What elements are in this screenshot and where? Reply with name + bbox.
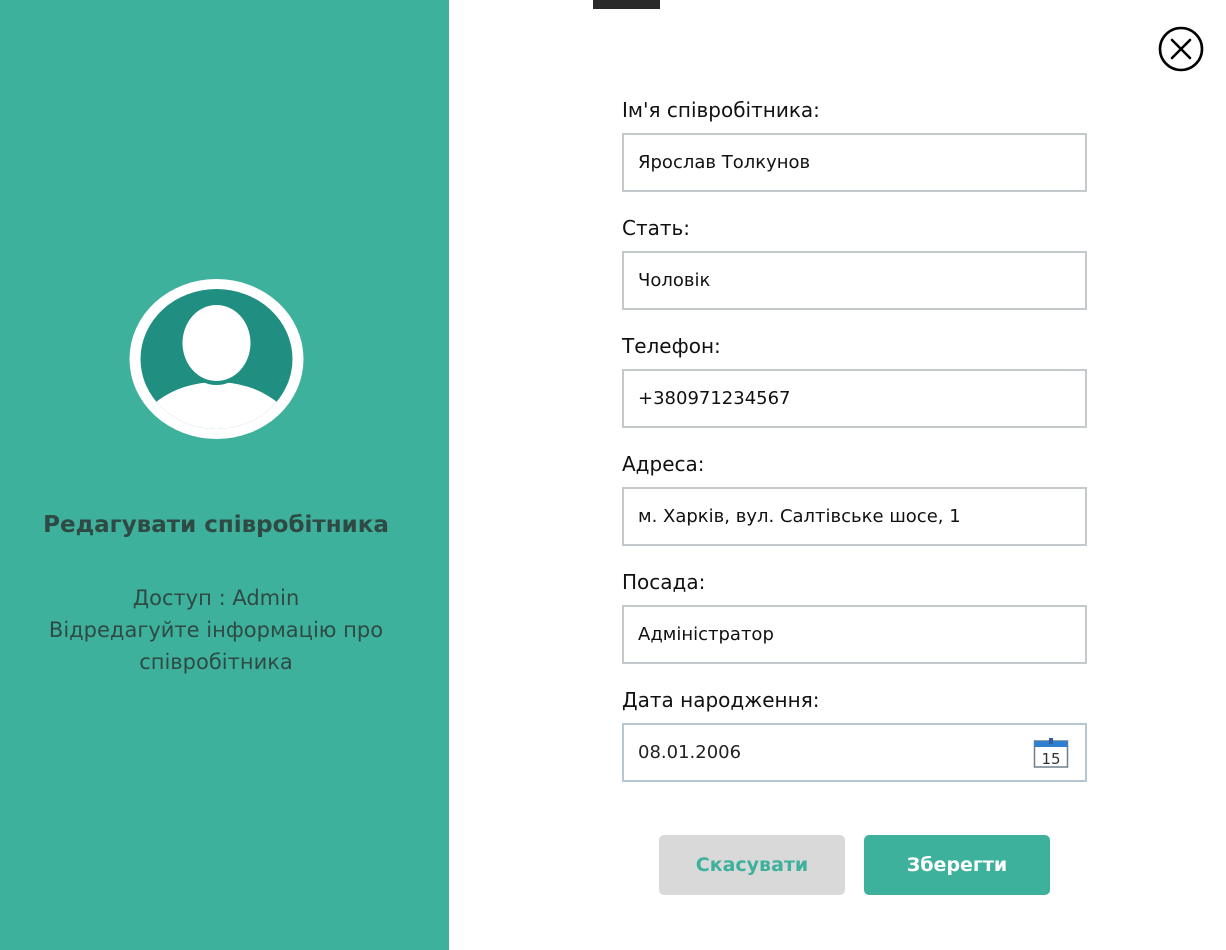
address-label: Адреса: (622, 452, 705, 476)
description-line-2: співробітника (139, 650, 293, 674)
cancel-button[interactable]: Скасувати (659, 835, 845, 895)
phone-field[interactable]: +380971234567 (622, 369, 1087, 428)
name-field[interactable]: Ярослав Толкунов (622, 133, 1087, 192)
panel-title: Редагувати співробітника (43, 512, 389, 538)
position-value: Адміністратор (638, 624, 774, 645)
top-edge-block (593, 0, 660, 9)
position-label: Посада: (622, 570, 706, 594)
gender-label: Стать: (622, 216, 691, 240)
address-field[interactable]: м. Харків, вул. Салтівське шосе, 1 (622, 487, 1087, 546)
birthdate-label: Дата народження: (622, 688, 820, 712)
user-avatar-icon (129, 279, 304, 439)
phone-label: Телефон: (622, 334, 721, 358)
gender-field[interactable]: Чоловік (622, 251, 1087, 310)
save-button[interactable]: Зберегти (864, 835, 1050, 895)
position-field[interactable]: Адміністратор (622, 605, 1087, 664)
phone-value: +380971234567 (638, 388, 791, 409)
description-line-1: Відредагуйте інформацію про (48, 618, 384, 642)
access-text: Доступ : Admin (132, 586, 300, 610)
address-value: м. Харків, вул. Салтівське шосе, 1 (638, 506, 961, 527)
birthdate-picker[interactable]: 08.01.2006 15 (622, 723, 1087, 782)
edit-employee-window: Редагувати співробітника Доступ : Admin … (0, 0, 1226, 950)
gender-value: Чоловік (638, 270, 711, 291)
calendar-day: 15 (1041, 750, 1060, 768)
calendar-icon[interactable]: 15 (1033, 737, 1069, 769)
name-label: Ім'я співробітника: (622, 98, 820, 122)
birthdate-value: 08.01.2006 (638, 742, 742, 763)
panel-description: Доступ : Admin Відредагуйте інформацію п… (0, 582, 432, 678)
sidebar-panel: Редагувати співробітника Доступ : Admin … (0, 0, 449, 950)
name-value: Ярослав Толкунов (638, 152, 811, 173)
close-icon[interactable] (1157, 25, 1205, 73)
